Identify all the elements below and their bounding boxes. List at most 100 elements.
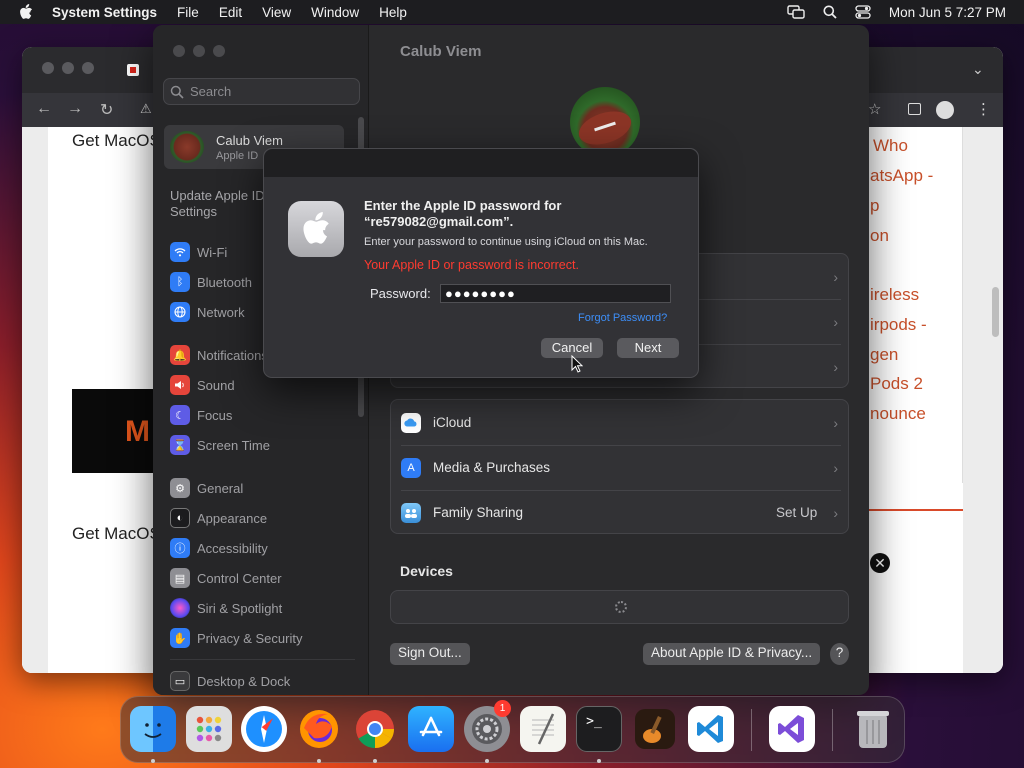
warning-icon[interactable]: ⚠ [140, 101, 152, 117]
close-ad-icon[interactable]: ✕ [870, 553, 890, 573]
article-text[interactable]: Get MacOS [72, 131, 161, 151]
safari-icon[interactable] [241, 706, 287, 752]
sidebar-item-focus[interactable]: ☾ Focus [170, 404, 232, 426]
back-arrow-icon[interactable]: ← [36, 100, 52, 118]
bookmark-star-icon[interactable]: ☆ [868, 100, 881, 118]
sidebar-item-notifications[interactable]: 🔔 Notifications [170, 344, 268, 366]
finder-icon[interactable] [130, 706, 176, 752]
sidebar-item-general[interactable]: ⚙ General [170, 477, 243, 499]
vscode-icon[interactable] [688, 706, 734, 752]
launchpad-icon[interactable] [186, 706, 232, 752]
tab-list-chevron-icon[interactable]: ⌄ [972, 61, 984, 78]
running-indicator [151, 759, 155, 763]
menu-window[interactable]: Window [301, 5, 369, 20]
sidebar-item-label: Control Center [197, 570, 282, 586]
firefox-icon[interactable] [296, 706, 342, 752]
bluetooth-icon: ᛒ [170, 272, 190, 292]
family-sharing-row[interactable]: Family Sharing Set Up › [391, 490, 848, 535]
section-divider [868, 509, 963, 511]
side-panel-icon[interactable] [908, 103, 921, 115]
page-scrollbar[interactable] [992, 287, 999, 337]
control-center-icon[interactable] [855, 5, 871, 19]
sidebar-item-accessibility[interactable]: ⓘ Accessibility [170, 537, 268, 559]
trash-icon[interactable] [850, 706, 896, 752]
close-window-button[interactable] [42, 62, 54, 74]
services-group: iCloud › A Media & Purchases › Family Sh… [390, 399, 849, 534]
apple-icon[interactable] [0, 4, 52, 20]
menu-bar: System Settings File Edit View Window He… [0, 0, 1024, 24]
dock: 1 >_ [120, 696, 905, 763]
update-apple-id-notice[interactable]: Update Apple ID Settings [170, 188, 265, 220]
app-store-icon[interactable] [408, 706, 454, 752]
related-link[interactable]: Who [873, 136, 908, 156]
spotlight-icon[interactable] [823, 5, 837, 19]
related-link[interactable]: nounce [870, 404, 926, 424]
sidebar-item-privacy-security[interactable]: ✋ Privacy & Security [170, 627, 302, 649]
menu-edit[interactable]: Edit [209, 5, 252, 20]
more-menu-icon[interactable]: ⋮ [976, 100, 991, 118]
avatar[interactable] [570, 87, 640, 157]
related-link[interactable]: p [870, 196, 879, 216]
search-placeholder: Search [190, 84, 232, 99]
sidebar-item-sound[interactable]: Sound [170, 374, 235, 396]
about-apple-id-button[interactable]: About Apple ID & Privacy... [643, 643, 821, 665]
next-button[interactable]: Next [617, 338, 679, 358]
sign-out-button[interactable]: Sign Out... [390, 643, 470, 665]
sidebar-item-wifi[interactable]: Wi-Fi [170, 241, 227, 263]
visual-studio-icon[interactable] [769, 706, 815, 752]
dock-separator [832, 709, 833, 751]
sidebar-item-network[interactable]: Network [170, 301, 245, 323]
avatar [170, 131, 204, 163]
related-link[interactable]: gen [870, 345, 898, 365]
running-indicator [317, 759, 321, 763]
screen-mirroring-icon[interactable] [787, 5, 805, 19]
sidebar-item-screen-time[interactable]: ⌛ Screen Time [170, 434, 270, 456]
minimize-window-button[interactable] [193, 45, 205, 57]
accessibility-icon: ⓘ [170, 538, 190, 558]
terminal-icon[interactable]: >_ [576, 706, 622, 752]
icloud-row[interactable]: iCloud › [391, 400, 848, 445]
related-link[interactable]: irpods - [870, 315, 927, 335]
garageband-icon[interactable] [632, 706, 678, 752]
window-title: Calub Viem [400, 43, 482, 60]
menu-clock[interactable]: Mon Jun 5 7:27 PM [889, 5, 1006, 20]
app-store-icon: A [401, 457, 421, 478]
search-input[interactable]: Search [163, 78, 360, 105]
search-icon [170, 85, 184, 99]
zoom-window-button[interactable] [213, 45, 225, 57]
minimize-window-button[interactable] [62, 62, 74, 74]
password-field[interactable]: ●●●●●●●● [440, 284, 671, 303]
sidebar-item-control-center[interactable]: ▤ Control Center [170, 567, 282, 589]
zoom-window-button[interactable] [82, 62, 94, 74]
related-link[interactable]: ireless [870, 285, 919, 305]
menu-file[interactable]: File [167, 5, 209, 20]
menu-help[interactable]: Help [369, 5, 417, 20]
tab-favicon[interactable] [127, 64, 139, 76]
row-label: iCloud [433, 415, 472, 430]
article-text[interactable]: Get MacOS [72, 524, 161, 544]
textedit-icon[interactable] [520, 706, 566, 752]
related-link[interactable]: on [870, 226, 889, 246]
sidebar-item-appearance[interactable]: ◐ Appearance [170, 507, 267, 529]
related-link[interactable]: atsApp - [870, 166, 933, 186]
profile-avatar-icon[interactable] [936, 101, 954, 119]
hourglass-icon: ⌛ [170, 435, 190, 455]
sidebar-item-label: Focus [197, 407, 233, 423]
devices-list [390, 590, 849, 624]
chrome-icon[interactable] [352, 706, 398, 752]
system-settings-icon[interactable]: 1 [464, 700, 511, 752]
page-left-margin [22, 127, 48, 673]
media-purchases-row[interactable]: A Media & Purchases › [391, 445, 848, 490]
forward-arrow-icon[interactable]: → [67, 100, 83, 118]
sidebar-item-desktop-dock[interactable]: ▭ Desktop & Dock [170, 670, 290, 692]
menu-view[interactable]: View [252, 5, 301, 20]
forgot-password-link[interactable]: Forgot Password? [578, 312, 667, 324]
help-button[interactable]: ? [830, 643, 849, 665]
reload-icon[interactable]: ↻ [100, 100, 113, 120]
sidebar-item-bluetooth[interactable]: ᛒ Bluetooth [170, 271, 252, 293]
control-center-icon: ▤ [170, 568, 190, 588]
sidebar-item-siri-spotlight[interactable]: Siri & Spotlight [170, 597, 282, 619]
menu-app-name[interactable]: System Settings [52, 5, 167, 20]
related-link[interactable]: Pods 2 [870, 374, 923, 394]
close-window-button[interactable] [173, 45, 185, 57]
